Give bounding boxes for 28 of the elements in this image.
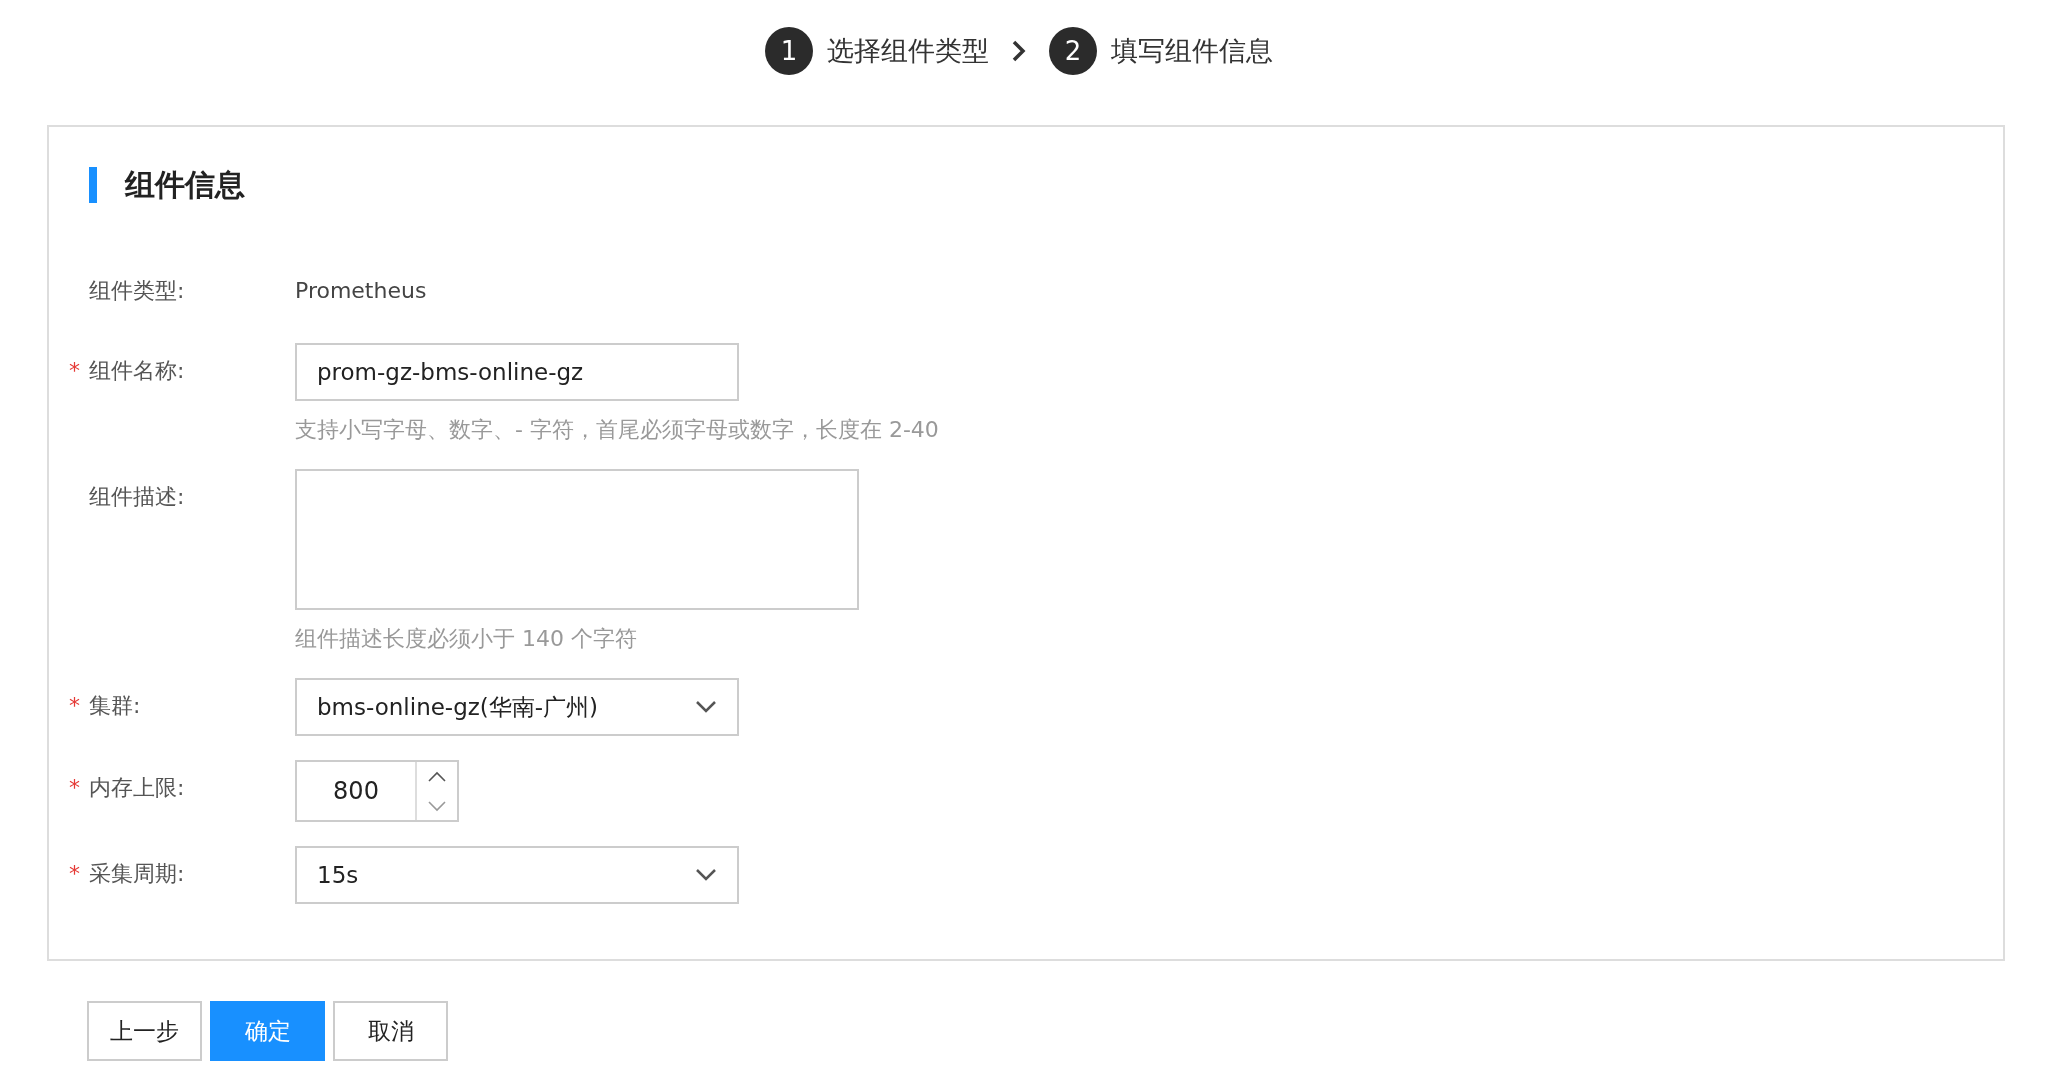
description-textarea[interactable] — [295, 469, 859, 610]
step-number: 2 — [1049, 27, 1097, 75]
field-hint: 支持小写字母、数字、- 字符，首尾必须字母或数字，长度在 2-40 — [295, 416, 939, 444]
required-asterisk: * — [69, 774, 80, 802]
title-accent-bar — [89, 167, 97, 203]
select-dropdown[interactable]: 15s — [295, 846, 739, 904]
step-number: 1 — [765, 27, 813, 75]
required-asterisk: * — [69, 860, 80, 888]
field-label: 组件类型: — [89, 278, 185, 303]
step-label: 填写组件信息 — [1111, 34, 1273, 68]
chevron-down-icon — [695, 868, 717, 882]
chevron-right-icon — [1011, 39, 1027, 63]
chevron-down-icon — [695, 700, 717, 714]
name-input[interactable]: prom-gz-bms-online-gz — [295, 343, 739, 401]
form-button[interactable]: 上一步 — [87, 1001, 202, 1061]
field-value: Prometheus — [295, 277, 427, 305]
field-hint: 组件描述长度必须小于 140 个字符 — [295, 625, 638, 653]
field-label: 内存上限: — [89, 775, 185, 800]
required-asterisk: * — [69, 692, 80, 720]
field-label: 集群: — [89, 693, 141, 718]
step-label: 选择组件类型 — [827, 34, 989, 68]
form-button[interactable]: 取消 — [333, 1001, 448, 1061]
section-title: 组件信息 — [125, 165, 245, 204]
select-dropdown[interactable]: bms-online-gz(华南-广州) — [295, 678, 739, 736]
field-label: 组件名称: — [89, 358, 185, 383]
field-label: 组件描述: — [89, 484, 185, 509]
required-asterisk: * — [69, 357, 80, 385]
field-label: 采集周期: — [89, 861, 185, 886]
